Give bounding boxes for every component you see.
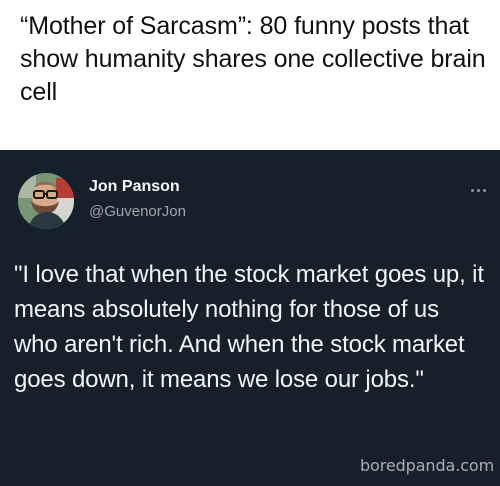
author-handle[interactable]: @GuvenorJon — [89, 202, 186, 222]
article-headline: “Mother of Sarcasm”: 80 funny posts that… — [20, 12, 486, 106]
tweet-text: "I love that when the stock market goes … — [14, 261, 484, 393]
boredpanda-watermark: boredpanda.com — [360, 456, 495, 475]
more-options-icon — [482, 188, 486, 192]
profile-photo-icon — [18, 173, 74, 229]
author-avatar[interactable] — [18, 173, 74, 229]
more-options-button[interactable] — [464, 180, 492, 200]
more-options-icon — [476, 188, 480, 192]
author-display-name[interactable]: Jon Panson — [89, 177, 180, 197]
more-options-icon — [470, 188, 474, 192]
